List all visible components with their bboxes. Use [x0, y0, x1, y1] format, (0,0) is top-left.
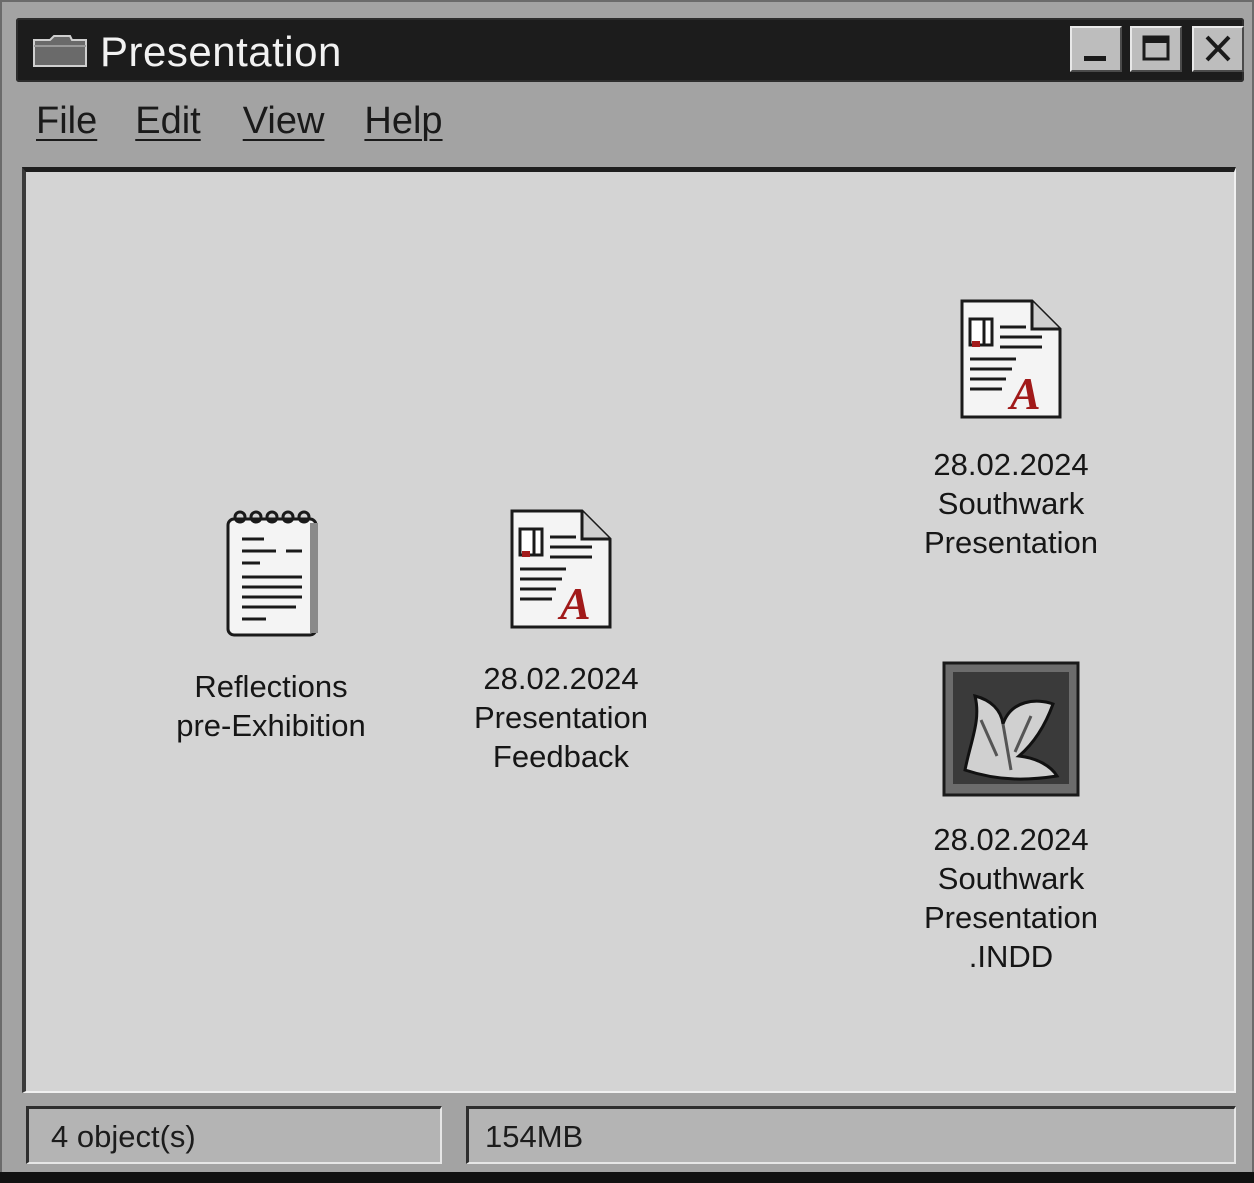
- close-button[interactable]: [1192, 26, 1244, 72]
- menu-file[interactable]: File: [36, 100, 97, 150]
- minimize-icon: [1084, 56, 1106, 61]
- menu-edit[interactable]: Edit: [135, 100, 200, 150]
- status-objects-panel: 4 object(s): [26, 1106, 442, 1164]
- explorer-window: Presentation File Edit View Help Reflect…: [0, 0, 1254, 1183]
- maximize-icon: [1142, 35, 1170, 61]
- pdf-document-icon: A: [510, 509, 612, 629]
- file-label: 28.02.2024 Southwark Presentation .INDD: [923, 822, 1099, 974]
- minimize-button[interactable]: [1070, 26, 1122, 72]
- total-size: 154MB: [485, 1119, 584, 1154]
- close-icon: [1205, 35, 1231, 62]
- title-bar[interactable]: Presentation: [16, 18, 1244, 82]
- menu-view[interactable]: View: [243, 100, 325, 150]
- file-label: 28.02.2024 Southwark Presentation: [923, 447, 1099, 560]
- file-item-reflections[interactable]: Reflections pre-Exhibition: [146, 507, 396, 745]
- object-count: 4 object(s): [51, 1119, 196, 1154]
- file-item-southwark-presentation[interactable]: A 28.02.2024 Southwark Presentation: [886, 297, 1136, 562]
- svg-text:A: A: [1007, 368, 1041, 419]
- file-label: 28.02.2024 Presentation Feedback: [473, 661, 649, 774]
- file-item-presentation-feedback[interactable]: A 28.02.2024 Presentation Feedback: [436, 507, 686, 776]
- file-label: Reflections pre-Exhibition: [176, 669, 366, 743]
- bottom-edge: [0, 1172, 1254, 1183]
- notepad-icon: [226, 510, 318, 637]
- folder-content-area[interactable]: Reflections pre-Exhibition A 28.02.2024 …: [22, 167, 1236, 1093]
- file-item-southwark-indd[interactable]: 28.02.2024 Southwark Presentation .INDD: [886, 660, 1136, 976]
- indesign-image-icon: [942, 661, 1080, 797]
- window-title: Presentation: [100, 28, 342, 75]
- status-size-panel: 154MB: [466, 1106, 1236, 1164]
- svg-text:A: A: [557, 578, 591, 629]
- folder-icon: [32, 34, 88, 68]
- pdf-document-icon: A: [960, 299, 1062, 419]
- menu-bar: File Edit View Help: [36, 100, 481, 150]
- maximize-button[interactable]: [1130, 26, 1182, 72]
- menu-help[interactable]: Help: [364, 100, 442, 150]
